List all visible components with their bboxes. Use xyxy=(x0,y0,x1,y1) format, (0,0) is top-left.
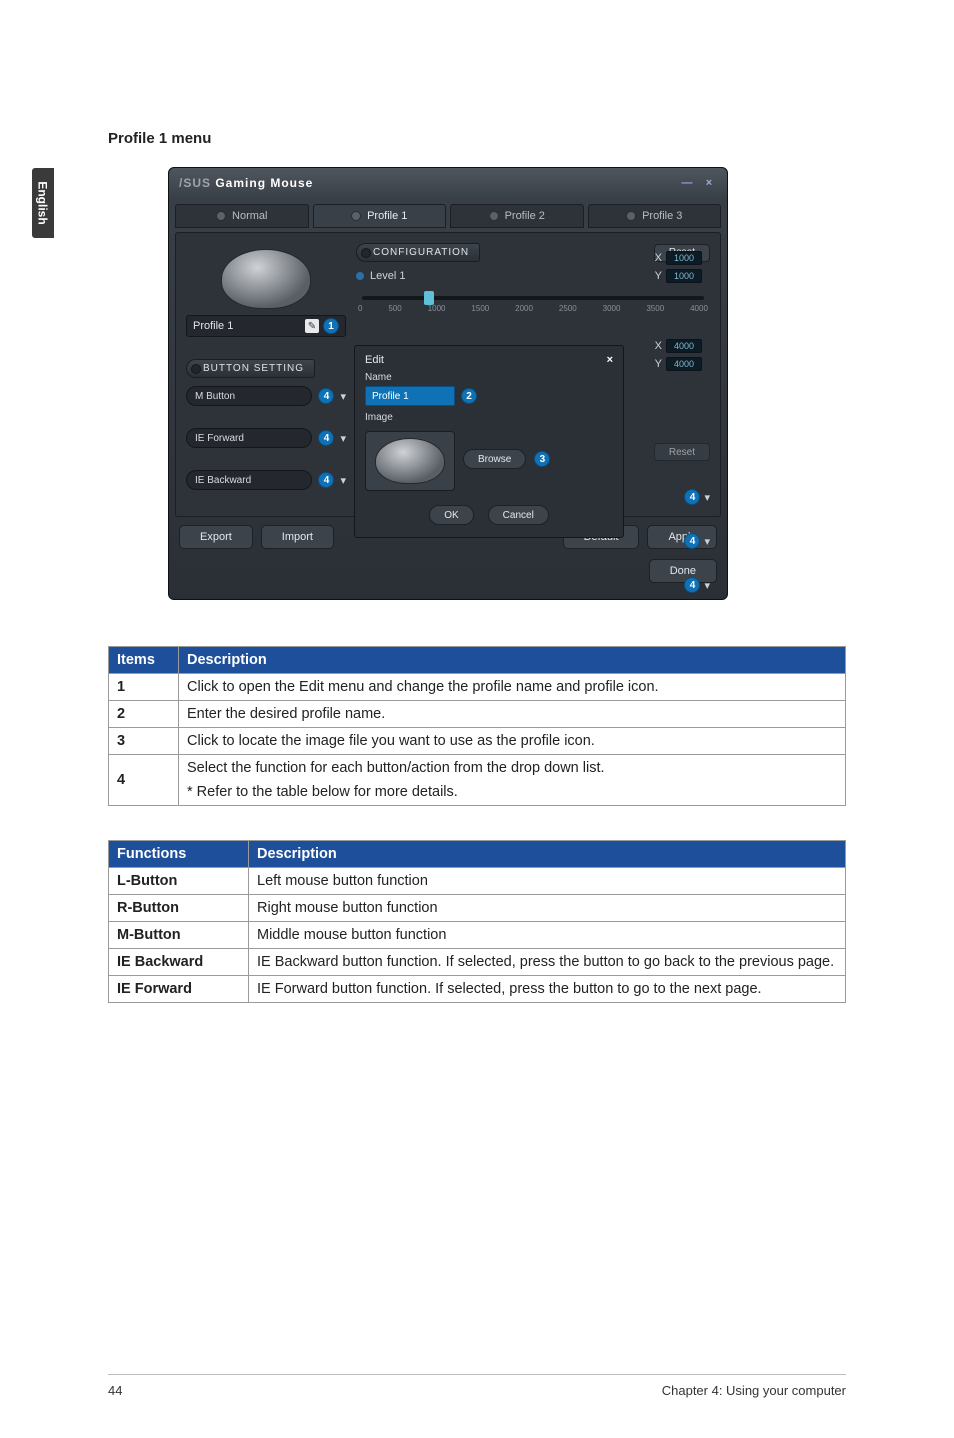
gaming-mouse-window: /SUS Gaming Mouse — × Normal Profile 1 P… xyxy=(168,167,728,600)
browse-button[interactable]: Browse xyxy=(463,449,526,469)
callout-badge-4: 4 xyxy=(684,533,700,549)
functions-header: Functions xyxy=(109,841,249,868)
table-row: M-Button Middle mouse button function xyxy=(109,922,846,949)
callout-badge-4: 4 xyxy=(318,388,334,404)
items-header: Items xyxy=(109,647,179,674)
dot-icon xyxy=(626,211,636,221)
callout-badge-4: 4 xyxy=(684,489,700,505)
left-column: Profile 1 ✎ 1 BUTTON SETTING M Button 4 … xyxy=(186,243,346,490)
export-button[interactable]: Export xyxy=(179,525,253,549)
xy-readout-2: X4000 Y4000 xyxy=(655,339,702,371)
main-panel: Profile 1 ✎ 1 BUTTON SETTING M Button 4 … xyxy=(175,232,721,517)
reset-button-dim[interactable]: Reset xyxy=(654,443,710,461)
ok-button[interactable]: OK xyxy=(429,505,473,525)
profile-chip-label: Profile 1 xyxy=(193,320,233,332)
chevron-down-icon[interactable]: ▾ xyxy=(340,474,346,487)
callout-badge-1: 1 xyxy=(323,318,339,334)
chapter-label: Chapter 4: Using your computer xyxy=(662,1383,846,1398)
callout-badge-4: 4 xyxy=(684,577,700,593)
chevron-down-icon[interactable]: ▾ xyxy=(340,432,346,445)
functions-table: Functions Description L-Button Left mous… xyxy=(108,840,846,1003)
table-row: 1 Click to open the Edit menu and change… xyxy=(109,674,846,701)
items-table: Items Description 1 Click to open the Ed… xyxy=(108,646,846,806)
profile-name-input[interactable]: Profile 1 xyxy=(365,386,455,406)
name-label: Name xyxy=(365,372,613,383)
titlebar: /SUS Gaming Mouse — × xyxy=(169,168,727,198)
button-setting-header: BUTTON SETTING xyxy=(186,359,315,378)
chevron-down-icon[interactable]: ▾ xyxy=(704,579,710,592)
xy-readout-1: X1000 Y1000 xyxy=(655,251,702,283)
callout-badge-4: 4 xyxy=(318,472,334,488)
gear-icon xyxy=(216,211,226,221)
table-row: L-Button Left mouse button function xyxy=(109,868,846,895)
slider-ticks: 05001000150020002500300035004000 xyxy=(356,304,710,313)
x-value: 1000 xyxy=(666,251,702,265)
mouse-icon xyxy=(221,249,311,309)
tab-profile-3[interactable]: Profile 3 xyxy=(588,204,722,228)
x-value-2: 4000 xyxy=(666,339,702,353)
table-row: 3 Click to locate the image file you wan… xyxy=(109,728,846,755)
iebackward-label: IE Backward xyxy=(186,470,312,490)
edit-profile-icon[interactable]: ✎ xyxy=(305,319,319,333)
section-heading: Profile 1 menu xyxy=(108,130,846,147)
edit-popup: Edit × Name Profile 1 2 Image Browse 3 O… xyxy=(354,345,624,538)
edit-title: Edit xyxy=(365,354,384,366)
page-number: 44 xyxy=(108,1383,122,1398)
radio-icon[interactable] xyxy=(356,272,364,280)
chevron-down-icon[interactable]: ▾ xyxy=(340,390,346,403)
table-row: IE Forward IE Forward button function. I… xyxy=(109,976,846,1003)
side-language-label: English xyxy=(36,181,50,224)
minimize-icon[interactable]: — xyxy=(679,176,695,190)
page-footer: 44 Chapter 4: Using your computer xyxy=(108,1374,846,1398)
table-header-row: Items Description xyxy=(109,647,846,674)
dot-icon xyxy=(489,211,499,221)
slider-knob[interactable] xyxy=(424,291,434,305)
y-value: 1000 xyxy=(666,269,702,283)
callout-badge-3: 3 xyxy=(534,451,550,467)
window-controls: — × xyxy=(679,176,717,190)
tab-profile-2[interactable]: Profile 2 xyxy=(450,204,584,228)
chevron-down-icon[interactable]: ▾ xyxy=(704,491,710,504)
dot-icon xyxy=(351,211,361,221)
table-row: 2 Enter the desired profile name. xyxy=(109,701,846,728)
brand: /SUS Gaming Mouse xyxy=(179,176,313,190)
close-icon[interactable]: × xyxy=(607,354,613,366)
callout-badge-2: 2 xyxy=(461,388,477,404)
close-icon[interactable]: × xyxy=(701,176,717,190)
description-header: Description xyxy=(249,841,846,868)
page-content: Profile 1 menu /SUS Gaming Mouse — × Nor… xyxy=(108,130,846,1003)
image-label: Image xyxy=(365,412,613,423)
tab-profile-1[interactable]: Profile 1 xyxy=(313,204,447,228)
table-row: 4 Select the function for each button/ac… xyxy=(109,755,846,806)
tab-normal[interactable]: Normal xyxy=(175,204,309,228)
dpi-slider[interactable] xyxy=(362,296,704,300)
table-row: IE Backward IE Backward button function.… xyxy=(109,949,846,976)
mbutton-label: M Button xyxy=(186,386,312,406)
chevron-down-icon[interactable]: ▾ xyxy=(704,535,710,548)
description-header: Description xyxy=(179,647,846,674)
callout-badge-4: 4 xyxy=(318,430,334,446)
ieforward-label: IE Forward xyxy=(186,428,312,448)
side-language-tab: English xyxy=(32,168,54,238)
profile-chip: Profile 1 ✎ 1 xyxy=(186,315,346,337)
table-header-row: Functions Description xyxy=(109,841,846,868)
configuration-header: CONFIGURATION xyxy=(356,243,480,262)
table-row: R-Button Right mouse button function xyxy=(109,895,846,922)
image-preview xyxy=(365,431,455,491)
y-value-2: 4000 xyxy=(666,357,702,371)
level-label: Level 1 xyxy=(370,270,405,282)
cancel-button[interactable]: Cancel xyxy=(488,505,549,525)
import-button[interactable]: Import xyxy=(261,525,334,549)
mouse-icon xyxy=(375,438,445,484)
mode-tabs: Normal Profile 1 Profile 2 Profile 3 xyxy=(169,198,727,228)
